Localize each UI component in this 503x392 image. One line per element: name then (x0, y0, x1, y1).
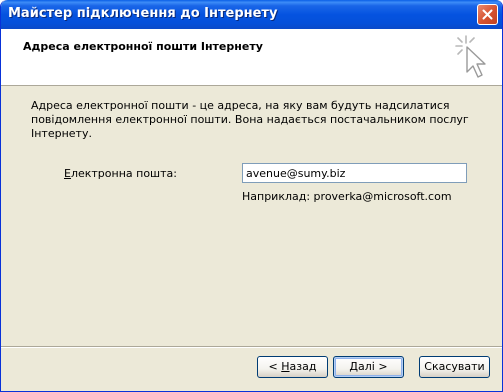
email-label-access-key: Е (64, 167, 71, 180)
title-bar[interactable]: Майстер підключення до Інтернету (1, 0, 502, 29)
back-button-access-key: Н (281, 360, 290, 373)
wizard-sparkle-cursor-icon (455, 35, 486, 78)
footer-divider (1, 346, 502, 348)
back-button-label: азад (289, 360, 317, 373)
cancel-button-label: Скасувати (424, 360, 485, 373)
email-label: Електронна пошта: (64, 167, 177, 180)
cancel-button[interactable]: Скасувати (419, 356, 490, 378)
close-button[interactable] (477, 4, 498, 25)
next-button-label: алі > (358, 360, 388, 373)
example-hint: Наприклад: proverka@microsoft.com (242, 190, 452, 203)
next-button-access-key: Д (349, 360, 359, 373)
wizard-header: Адреса електронної пошти Інтернету (1, 29, 502, 86)
window-title: Майстер підключення до Інтернету (8, 6, 278, 21)
email-label-text: лектронна пошта: (70, 167, 177, 180)
close-icon (482, 9, 493, 20)
wizard-window: Майстер підключення до Інтернету Адреса … (0, 0, 503, 392)
back-button[interactable]: < Назад (257, 356, 328, 378)
email-input[interactable] (242, 163, 467, 183)
next-button[interactable]: Далі > (333, 356, 404, 378)
back-button-prefix: < (268, 360, 282, 373)
page-heading: Адреса електронної пошти Інтернету (23, 40, 263, 53)
description-text: Адреса електронної пошти - це адреса, на… (31, 99, 469, 140)
